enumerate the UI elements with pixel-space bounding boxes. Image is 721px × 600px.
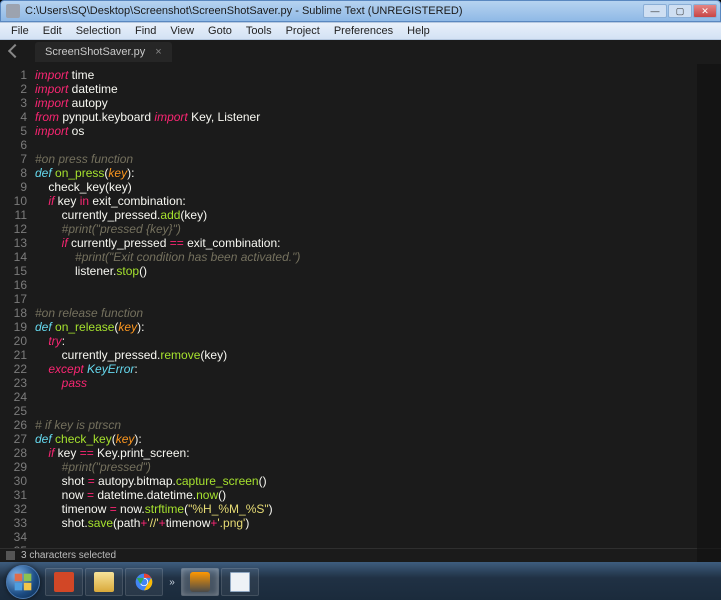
menu-view[interactable]: View: [163, 24, 201, 38]
menu-preferences[interactable]: Preferences: [327, 24, 400, 38]
menu-project[interactable]: Project: [279, 24, 327, 38]
code-content[interactable]: import timeimport datetimeimport autopyf…: [35, 64, 721, 548]
status-text: 3 characters selected: [21, 550, 116, 561]
menu-tools[interactable]: Tools: [239, 24, 279, 38]
folder-icon: [94, 572, 114, 592]
tab-label: ScreenShotSaver.py: [45, 46, 145, 58]
taskbar: »: [0, 562, 721, 600]
menubar: File Edit Selection Find View Goto Tools…: [0, 22, 721, 40]
window-controls: — ▢ ✕: [643, 4, 717, 18]
menu-selection[interactable]: Selection: [69, 24, 128, 38]
app-icon: [6, 4, 20, 18]
taskbar-item-explorer[interactable]: [85, 568, 123, 596]
minimize-button[interactable]: —: [643, 4, 667, 18]
taskbar-item-chrome[interactable]: [125, 568, 163, 596]
tab-row: ScreenShotSaver.py ×: [0, 40, 721, 64]
window-titlebar: C:\Users\SQ\Desktop\Screenshot\ScreenSho…: [0, 0, 721, 22]
windows-orb-icon: [6, 565, 40, 599]
editor-area: ScreenShotSaver.py × 1234567891011121314…: [0, 40, 721, 562]
powerpoint-icon: [54, 572, 74, 592]
taskbar-item-sublime[interactable]: [181, 568, 219, 596]
code-area[interactable]: 1234567891011121314151617181920212223242…: [0, 64, 721, 548]
menu-edit[interactable]: Edit: [36, 24, 69, 38]
tab-file[interactable]: ScreenShotSaver.py ×: [35, 42, 172, 62]
statusbar: 3 characters selected: [0, 548, 721, 562]
close-button[interactable]: ✕: [693, 4, 717, 18]
menu-find[interactable]: Find: [128, 24, 163, 38]
maximize-button[interactable]: ▢: [668, 4, 692, 18]
taskbar-item-powerpoint[interactable]: [45, 568, 83, 596]
window-title: C:\Users\SQ\Desktop\Screenshot\ScreenSho…: [25, 5, 643, 17]
taskbar-item-notepad[interactable]: [221, 568, 259, 596]
notepad-icon: [230, 572, 250, 592]
status-icon: [6, 551, 15, 560]
chrome-icon: [134, 572, 154, 592]
taskbar-chevrons-icon[interactable]: »: [164, 577, 180, 588]
menu-help[interactable]: Help: [400, 24, 437, 38]
minimap[interactable]: [697, 64, 721, 562]
tab-close-icon[interactable]: ×: [155, 46, 161, 58]
menu-file[interactable]: File: [4, 24, 36, 38]
line-gutter: 1234567891011121314151617181920212223242…: [0, 64, 35, 548]
sublime-icon: [190, 572, 210, 592]
menu-goto[interactable]: Goto: [201, 24, 239, 38]
start-button[interactable]: [2, 564, 44, 600]
